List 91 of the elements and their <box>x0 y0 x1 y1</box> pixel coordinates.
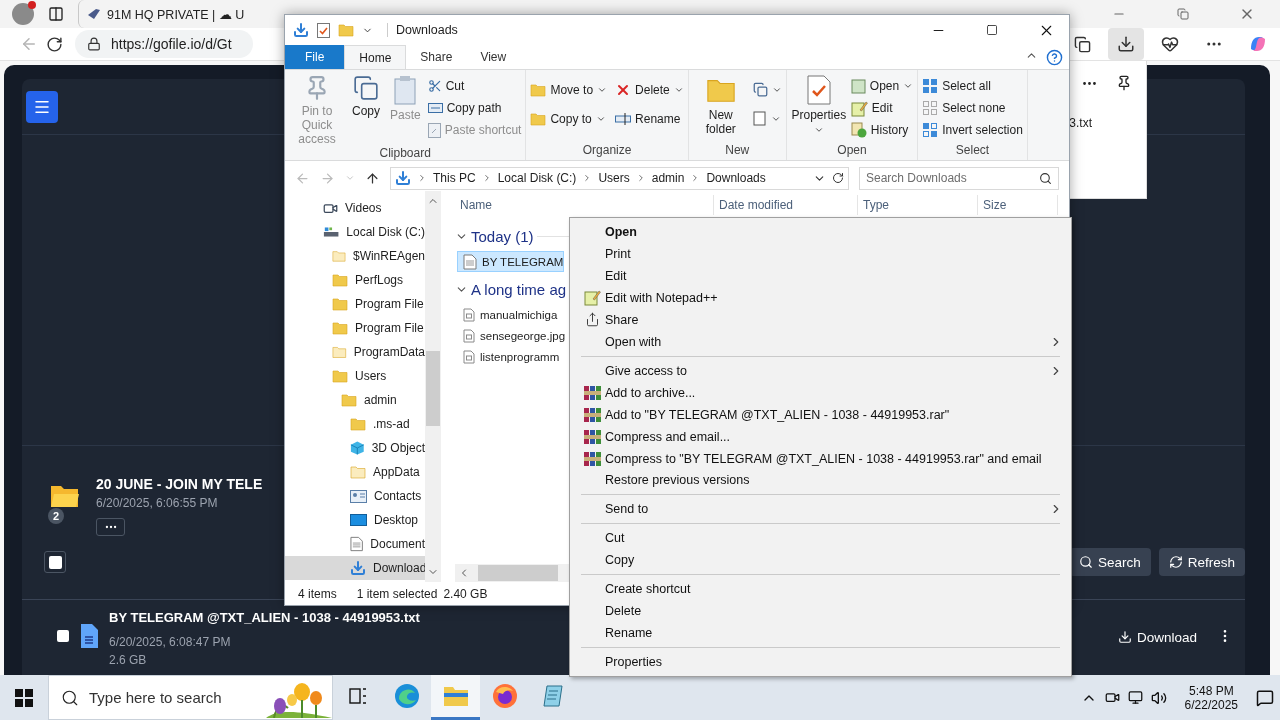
tree-item[interactable]: Desktop <box>285 508 425 532</box>
ribbon-tab[interactable]: Share <box>406 45 467 69</box>
clock[interactable]: 5:48 PM 6/22/2025 <box>1174 683 1248 712</box>
tree-item[interactable]: Program File <box>285 316 425 340</box>
tree-item[interactable]: PerfLogs <box>285 268 425 292</box>
ribbon-button[interactable]: Delete <box>615 81 684 98</box>
selection-size: 2.40 GB <box>443 586 488 601</box>
menu-item[interactable]: Open <box>572 221 1069 243</box>
group-label: Open <box>836 143 868 159</box>
ribbon-button[interactable]: Open <box>850 78 914 94</box>
breadcrumb[interactable]: Users <box>598 171 630 185</box>
tree-item[interactable]: .ms-ad <box>285 412 425 436</box>
ribbon-button[interactable]: History <box>850 122 914 138</box>
group-header[interactable]: A long time ag <box>471 280 567 298</box>
tree-item[interactable]: 3D Object <box>285 436 425 460</box>
ribbon-button[interactable]: Move to <box>530 81 608 98</box>
file-item[interactable]: manualmichiga <box>457 304 559 325</box>
menu-item[interactable]: Properties <box>572 651 1069 674</box>
group-label: Organize <box>581 143 633 159</box>
menu-item[interactable]: Delete <box>572 600 1069 623</box>
tree-item[interactable]: Contacts <box>285 484 425 508</box>
file-date: 6/20/2025, 6:08:47 PM <box>109 635 232 649</box>
tree-item[interactable]: Videos <box>285 196 425 220</box>
menu-item[interactable]: Copy <box>572 549 1069 572</box>
file-item[interactable]: sensegeorge.jpg <box>457 325 567 346</box>
breadcrumb[interactable]: Local Disk (C:) <box>497 171 577 185</box>
menu-item[interactable]: Send to <box>572 498 1069 521</box>
column-header[interactable]: Type <box>858 195 978 215</box>
item-count: 4 items <box>298 586 337 601</box>
menu-item[interactable]: Share <box>572 308 1069 331</box>
tree-item[interactable]: Program File <box>285 292 425 316</box>
ribbon-button[interactable]: Cut <box>427 79 522 93</box>
address-field[interactable]: This PC Local Disk (C:) Users admin Downloads <box>390 166 849 190</box>
refresh-button[interactable]: Refresh <box>1158 548 1245 576</box>
ribbon-button[interactable]: Invert selection <box>922 122 1023 138</box>
ribbon-tab[interactable]: Home <box>344 45 407 69</box>
tree-item[interactable]: admin <box>285 388 425 412</box>
menu-item[interactable]: Compress to "BY TELEGRAM @TXT_ALIEN - 1038 - 44919953.rar" and email <box>572 447 1069 470</box>
tree-item[interactable]: ProgramData <box>285 340 425 364</box>
column-header[interactable]: Date modified <box>714 195 858 215</box>
address-bar[interactable]: https://gofile.io/d/Gt <box>75 30 253 58</box>
folder-date: 6/20/2025, 6:06:55 PM <box>96 496 219 510</box>
taskbar-search-field[interactable]: Type here to search <box>48 675 333 720</box>
menu-item[interactable]: Compress and email... <box>572 425 1069 448</box>
column-header[interactable]: Name <box>455 195 714 215</box>
window-title: Downloads <box>387 23 458 37</box>
ribbon-button[interactable]: Select none <box>922 100 1023 116</box>
menu-item[interactable]: Edit <box>572 264 1069 287</box>
group-label: Clipboard <box>378 146 432 162</box>
ribbon-button[interactable]: Copy <box>349 75 383 146</box>
search-field[interactable]: Search Downloads <box>859 166 1059 190</box>
menu-item[interactable]: Cut <box>572 527 1069 550</box>
selection-info: 1 item selected <box>356 586 438 601</box>
ribbon-button[interactable]: Rename <box>615 111 684 126</box>
file-size: 2.6 GB <box>109 653 148 667</box>
group-label: Select <box>954 143 991 159</box>
menu-item[interactable]: Edit with Notepad++ <box>572 286 1069 309</box>
count-badge: 2 <box>48 508 64 524</box>
menu-item[interactable]: Add to "BY TELEGRAM @TXT_ALIEN - 1038 - 44919953.rar" <box>572 403 1069 426</box>
menu-item[interactable]: Give access to <box>572 359 1069 382</box>
menu-item[interactable]: Open with <box>572 330 1069 353</box>
download-button[interactable]: Download <box>1107 624 1207 650</box>
ribbon-button[interactable]: New folder <box>692 75 749 143</box>
ribbon-button[interactable]: Copy to <box>530 110 608 127</box>
tree-item[interactable]: Local Disk (C:) <box>285 220 425 244</box>
ribbon-button[interactable]: Select all <box>922 78 1023 94</box>
file-name: BY TELEGRAM @TXT_ALIEN - 1038 - 44919953.txt <box>109 610 420 625</box>
file-item[interactable]: BY TELEGRAM <box>457 251 565 272</box>
ribbon-button[interactable]: Properties <box>790 75 847 143</box>
folder-title: 20 JUNE - JOIN MY TELE <box>96 476 263 492</box>
menu-item[interactable]: Add to archive... <box>572 381 1069 404</box>
download-file-name[interactable]: 3.txt <box>1069 116 1092 130</box>
tree-item[interactable]: Users <box>285 364 425 388</box>
group-label: New <box>724 143 751 159</box>
ribbon-tab[interactable]: View <box>466 45 521 69</box>
menu-item[interactable]: Restore previous versions <box>572 469 1069 492</box>
tree-item[interactable]: $WinREAgen <box>285 244 425 268</box>
menu-item[interactable]: Print <box>572 242 1069 265</box>
ribbon-button[interactable]: Copy path <box>427 101 522 115</box>
tree-item[interactable]: AppData <box>285 460 425 484</box>
file-menu-tab[interactable]: File <box>285 45 345 69</box>
breadcrumb[interactable]: admin <box>651 171 685 185</box>
breadcrumb[interactable]: Downloads <box>706 171 766 185</box>
menu-item[interactable]: Create shortcut <box>572 578 1069 601</box>
breadcrumb[interactable]: This PC <box>433 171 476 185</box>
file-item[interactable]: listenprogramm <box>457 346 561 367</box>
tree-item[interactable]: Document <box>285 532 425 556</box>
menu-item[interactable]: Rename <box>572 622 1069 645</box>
group-header[interactable]: Today (1) <box>471 227 534 245</box>
ribbon-button[interactable]: Edit <box>850 99 914 117</box>
column-header[interactable]: Size <box>978 195 1058 215</box>
